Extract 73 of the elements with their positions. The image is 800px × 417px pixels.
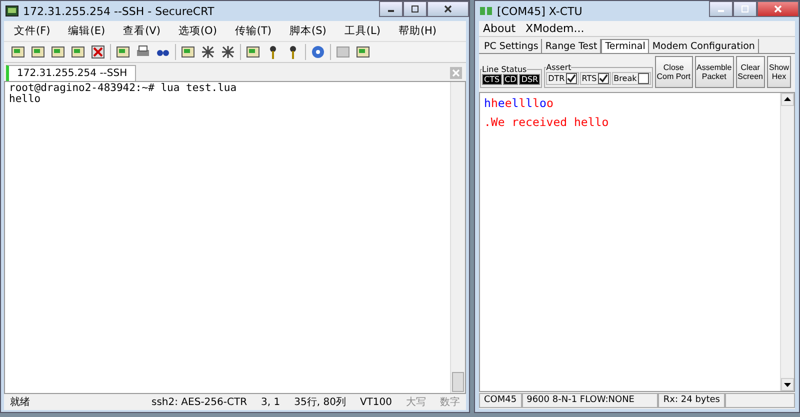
close-icon [443,4,453,14]
status-text: 3, 1 [261,396,280,408]
menu-item[interactable]: 帮助(H) [398,24,437,38]
menu-item[interactable]: 传输(T) [234,24,272,38]
status-text: 9600 8-N-1 FLOW:NONE [522,393,658,408]
scrollbar[interactable] [780,93,794,391]
status-text: 就绪 [10,396,30,409]
app-icon [5,4,19,18]
status-text: 35行, 80列 [294,396,346,409]
tab[interactable]: Terminal [601,39,650,53]
menu-item[interactable]: XModem... [526,22,584,35]
maximize-button[interactable] [403,1,427,17]
session-tab[interactable]: 172.31.255.254 --SSH [6,65,136,81]
minimize-button[interactable] [709,1,733,17]
terminal-line: hheelllloo [484,95,554,112]
menu-item[interactable]: About [483,22,516,35]
toolbar-icon[interactable] [180,44,196,60]
toolbar-icon[interactable] [355,44,371,60]
toolbar-icon[interactable] [90,44,106,60]
toolbar-icon[interactable] [50,44,66,60]
toolbar-icon[interactable] [10,44,26,60]
checkbox-label: RTS [582,74,597,83]
action-button[interactable]: Close Com Port [654,56,693,88]
menu-item[interactable]: 查看(V) [123,24,160,38]
close-button[interactable] [427,1,469,17]
status-text: VT100 [360,396,392,408]
menu-item[interactable]: 文件(F) [14,24,50,38]
scroll-down-icon[interactable] [781,378,794,391]
scroll-up-icon[interactable] [781,93,794,106]
tab[interactable]: Modem Configuration [649,39,759,53]
status-panel [725,393,795,408]
maximize-icon [740,4,750,14]
toolbar-icon[interactable] [245,44,261,60]
menu-item[interactable]: 脚本(S) [290,24,326,38]
action-button[interactable]: Assemble Packet [694,56,734,88]
checkbox-label: DTR [548,74,565,83]
close-icon [773,4,783,14]
terminal-line: root@dragino2-483942:~# lua test.lua [9,83,238,94]
maximize-button[interactable] [733,1,757,17]
minimize-button[interactable] [379,1,403,17]
window-title: [COM45] X-CTU [497,4,582,18]
toolbar-icon[interactable] [70,44,86,60]
status-indicator: CTS [482,74,502,85]
group-title: Line Status [482,65,527,74]
close-button[interactable] [757,1,799,17]
checkbox[interactable] [566,73,577,84]
status-indicator: CD [502,74,518,85]
action-button[interactable]: Clear Screen [736,56,766,88]
menu-item[interactable]: 编辑(E) [68,24,106,38]
scrollbar[interactable] [450,82,465,393]
status-text: 数字 [440,396,460,409]
status-text: Rx: 24 bytes [658,393,725,408]
checkbox[interactable] [598,73,609,84]
terminal-line: hello [9,94,41,105]
status-text: COM45 [479,393,522,408]
toolbar-icon[interactable] [30,44,46,60]
toolbar-icon[interactable] [220,44,236,60]
maximize-icon [410,4,420,14]
menu-item[interactable]: 工具(L) [344,24,380,38]
status-text: ssh2: AES-256-CTR [152,396,248,408]
toolbar-icon[interactable] [115,44,131,60]
action-button[interactable]: Show Hex [767,56,792,88]
toolbar-icon[interactable] [200,44,216,60]
window-title: 172.31.255.254 --SSH - SecureCRT [23,4,214,18]
status-text: 大写 [406,396,426,409]
app-icon [479,4,493,18]
menu-item[interactable]: 选项(O) [178,24,217,38]
tab[interactable]: PC Settings [481,39,542,53]
status-indicator: DSR [519,74,540,85]
terminal-line: .We received hello [484,114,610,131]
checkbox[interactable] [638,73,649,84]
checkbox-label: Break [614,74,637,83]
group-title: Assert [546,63,572,72]
